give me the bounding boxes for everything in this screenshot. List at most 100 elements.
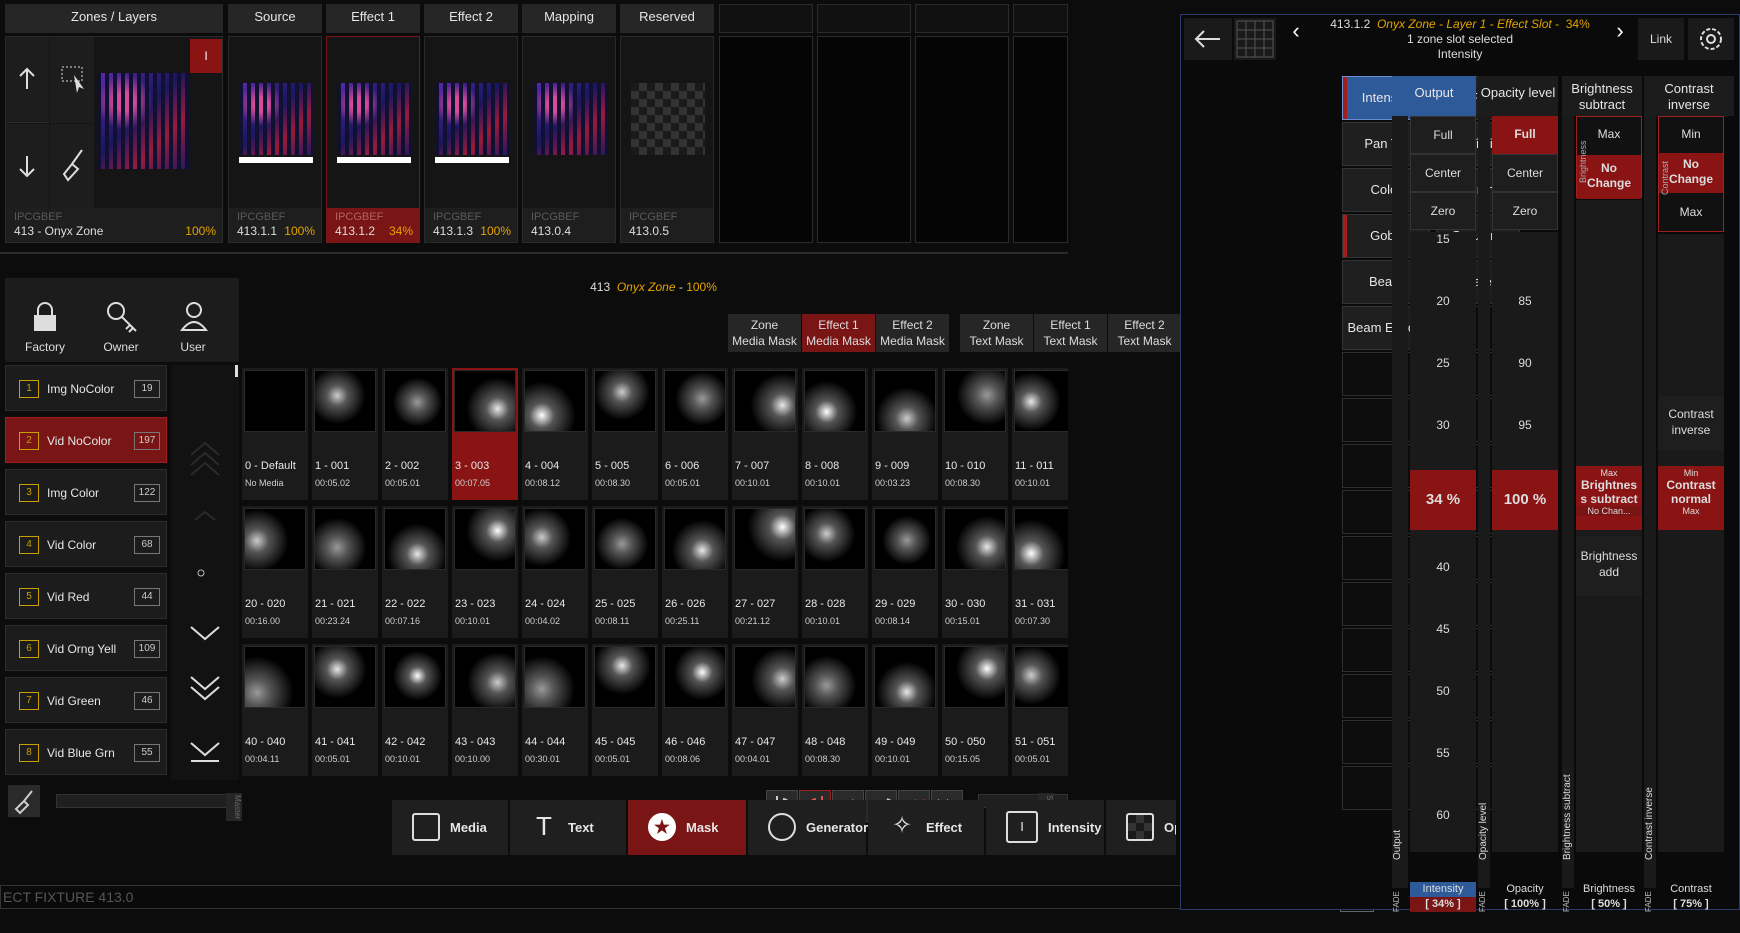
slot-effect2[interactable]: IPCGBEF 413.1.3 100% bbox=[424, 36, 518, 243]
category-item[interactable]: 1 Img NoColor 19 bbox=[5, 365, 167, 411]
library-user-button[interactable]: User bbox=[161, 278, 225, 362]
preset-zero-button[interactable]: Zero bbox=[1410, 192, 1476, 230]
category-item[interactable]: 7 Vid Green 46 bbox=[5, 677, 167, 723]
media-item[interactable]: 27 - 027 00:21.12 bbox=[732, 506, 798, 638]
zone-slot[interactable]: I IPCGBEF 413 - Onyx Zone 100% bbox=[5, 36, 223, 243]
command-line-input[interactable]: ECT FIXTURE 413.0 bbox=[0, 885, 1245, 909]
brightness-add-button[interactable]: Brightness add bbox=[1576, 536, 1642, 596]
media-item[interactable]: 10 - 010 00:08.30 bbox=[942, 368, 1008, 500]
slot-effect1-selected[interactable]: IPCGBEF 413.1.2 34% bbox=[326, 36, 420, 243]
preset-center-button[interactable]: Center bbox=[1410, 154, 1476, 192]
media-item[interactable]: 45 - 045 00:05.01 bbox=[592, 644, 658, 776]
contrast-handle[interactable]: Min Contrast normal Max bbox=[1658, 466, 1724, 530]
contrast-inverse-button[interactable]: Contrast inverse bbox=[1658, 396, 1724, 450]
media-item[interactable]: 11 - 011 00:10.01 bbox=[1012, 368, 1068, 500]
media-item[interactable]: 8 - 008 00:10.01 bbox=[802, 368, 868, 500]
media-item[interactable]: 1 - 001 00:05.02 bbox=[312, 368, 378, 500]
master-slider-handle[interactable]: Master bbox=[226, 793, 242, 821]
settings-button[interactable] bbox=[1688, 18, 1734, 60]
media-item[interactable]: 30 - 030 00:15.01 bbox=[942, 506, 1008, 638]
media-item[interactable]: 29 - 029 00:08.14 bbox=[872, 506, 938, 638]
tab-effect2-media-mask[interactable]: Effect 2 Media Mask bbox=[876, 314, 949, 352]
media-item[interactable]: 4 - 004 00:08.12 bbox=[522, 368, 588, 500]
media-item[interactable]: 40 - 040 00:04.11 bbox=[242, 644, 308, 776]
category-item-selected[interactable]: 2 Vid NoColor 197 bbox=[5, 417, 167, 463]
slot-reserved[interactable]: IPCGBEF 413.0.5 bbox=[620, 36, 714, 243]
grid-select-button[interactable] bbox=[1234, 18, 1276, 60]
toolbar-mask-button[interactable]: ★ Mask bbox=[628, 800, 746, 855]
media-item[interactable]: 42 - 042 00:10.01 bbox=[382, 644, 448, 776]
media-item[interactable]: 25 - 025 00:08.11 bbox=[592, 506, 658, 638]
toolbar-effect-button[interactable]: ✧ Effect bbox=[868, 800, 984, 855]
opacity-fader[interactable] bbox=[1492, 232, 1558, 852]
media-item[interactable]: 3 - 003 00:07.05 bbox=[452, 368, 518, 500]
preset-zero-button[interactable]: Zero bbox=[1492, 192, 1558, 230]
media-item[interactable]: 26 - 026 00:25.11 bbox=[662, 506, 728, 638]
clear-brush-button[interactable] bbox=[50, 124, 94, 210]
media-item[interactable]: 24 - 024 00:04.02 bbox=[522, 506, 588, 638]
media-item[interactable]: 7 - 007 00:10.01 bbox=[732, 368, 798, 500]
tab-effect1-media-mask[interactable]: Effect 1 Media Mask bbox=[802, 314, 875, 352]
tab-effect2-text-mask[interactable]: Effect 2 Text Mask bbox=[1108, 314, 1181, 352]
scrollbar-thumb[interactable] bbox=[235, 365, 238, 377]
library-factory-button[interactable]: Factory bbox=[13, 278, 77, 362]
media-item[interactable]: 47 - 047 00:04.01 bbox=[732, 644, 798, 776]
brightness-handle[interactable]: Max Brightnes s subtract No Chan... bbox=[1576, 466, 1642, 530]
media-item[interactable]: 49 - 049 00:10.01 bbox=[872, 644, 938, 776]
clear-button[interactable] bbox=[8, 785, 40, 817]
arrow-up-button[interactable] bbox=[6, 37, 49, 123]
toolbar-generator-button[interactable]: Generator bbox=[748, 800, 868, 855]
media-item[interactable]: 28 - 028 00:10.01 bbox=[802, 506, 868, 638]
slot-mapping[interactable]: IPCGBEF 413.0.4 bbox=[522, 36, 616, 243]
category-item[interactable]: 6 Vid Orng Yell 109 bbox=[5, 625, 167, 671]
preset-max-button[interactable]: Max bbox=[1659, 195, 1723, 231]
media-item[interactable]: 20 - 020 00:16.00 bbox=[242, 506, 308, 638]
category-item[interactable]: 5 Vid Red 44 bbox=[5, 573, 167, 619]
media-item[interactable]: 41 - 041 00:05.01 bbox=[312, 644, 378, 776]
toolbar-opacity-button[interactable]: Op bbox=[1106, 800, 1176, 855]
category-item[interactable]: 4 Vid Color 68 bbox=[5, 521, 167, 567]
media-item[interactable]: 6 - 006 00:05.01 bbox=[662, 368, 728, 500]
media-item[interactable]: 5 - 005 00:08.30 bbox=[592, 368, 658, 500]
media-item[interactable]: 21 - 021 00:23.24 bbox=[312, 506, 378, 638]
back-button[interactable] bbox=[1184, 18, 1232, 60]
category-item[interactable]: 3 Img Color 122 bbox=[5, 469, 167, 515]
output-value-handle[interactable]: 34 % bbox=[1410, 470, 1476, 530]
library-owner-button[interactable]: Owner bbox=[89, 278, 153, 362]
slot-source[interactable]: IPCGBEF 413.1.1 100% bbox=[228, 36, 322, 243]
media-item[interactable]: 22 - 022 00:07.16 bbox=[382, 506, 448, 638]
toolbar-intensity-button[interactable]: I Intensity bbox=[986, 800, 1104, 855]
media-item[interactable]: 44 - 044 00:30.01 bbox=[522, 644, 588, 776]
tab-zone-text-mask[interactable]: Zone Text Mask bbox=[960, 314, 1033, 352]
media-item[interactable]: 43 - 043 00:10.00 bbox=[452, 644, 518, 776]
media-item[interactable]: 48 - 048 00:08.30 bbox=[802, 644, 868, 776]
preset-full-button[interactable]: Full bbox=[1492, 116, 1558, 154]
preset-center-button[interactable]: Center bbox=[1492, 154, 1558, 192]
media-item[interactable]: 46 - 046 00:08.06 bbox=[662, 644, 728, 776]
slot-empty[interactable] bbox=[1013, 36, 1068, 243]
slot-empty[interactable] bbox=[915, 36, 1009, 243]
media-item[interactable]: 31 - 031 00:07.30 bbox=[1012, 506, 1068, 638]
tab-effect1-text-mask[interactable]: Effect 1 Text Mask bbox=[1034, 314, 1107, 352]
preset-min-button[interactable]: Min bbox=[1659, 117, 1723, 153]
media-item[interactable]: 9 - 009 00:03.23 bbox=[872, 368, 938, 500]
slot-empty[interactable] bbox=[817, 36, 911, 243]
preset-full-button[interactable]: Full bbox=[1410, 116, 1476, 154]
contrast-fader[interactable] bbox=[1658, 234, 1724, 852]
master-slider[interactable] bbox=[56, 794, 242, 808]
arrow-down-button[interactable] bbox=[6, 124, 49, 210]
select-area-button[interactable] bbox=[50, 37, 94, 123]
category-item[interactable]: 8 Vid Blue Grn 55 bbox=[5, 729, 167, 775]
media-item[interactable]: 2 - 002 00:05.01 bbox=[382, 368, 448, 500]
toolbar-text-button[interactable]: T Text bbox=[510, 800, 626, 855]
tab-zone-media-mask[interactable]: Zone Media Mask bbox=[728, 314, 801, 352]
opacity-value-handle[interactable]: 100 % bbox=[1492, 470, 1558, 530]
intensity-toggle-button[interactable]: I bbox=[190, 39, 222, 73]
slot-empty[interactable] bbox=[719, 36, 813, 243]
media-item[interactable]: 50 - 050 00:15.05 bbox=[942, 644, 1008, 776]
next-slot-button[interactable]: › bbox=[1604, 18, 1636, 48]
toolbar-media-button[interactable]: Media bbox=[392, 800, 508, 855]
link-button[interactable]: Link bbox=[1638, 18, 1684, 60]
media-item[interactable]: 23 - 023 00:10.01 bbox=[452, 506, 518, 638]
media-item[interactable]: 0 - Default No Media bbox=[242, 368, 308, 500]
